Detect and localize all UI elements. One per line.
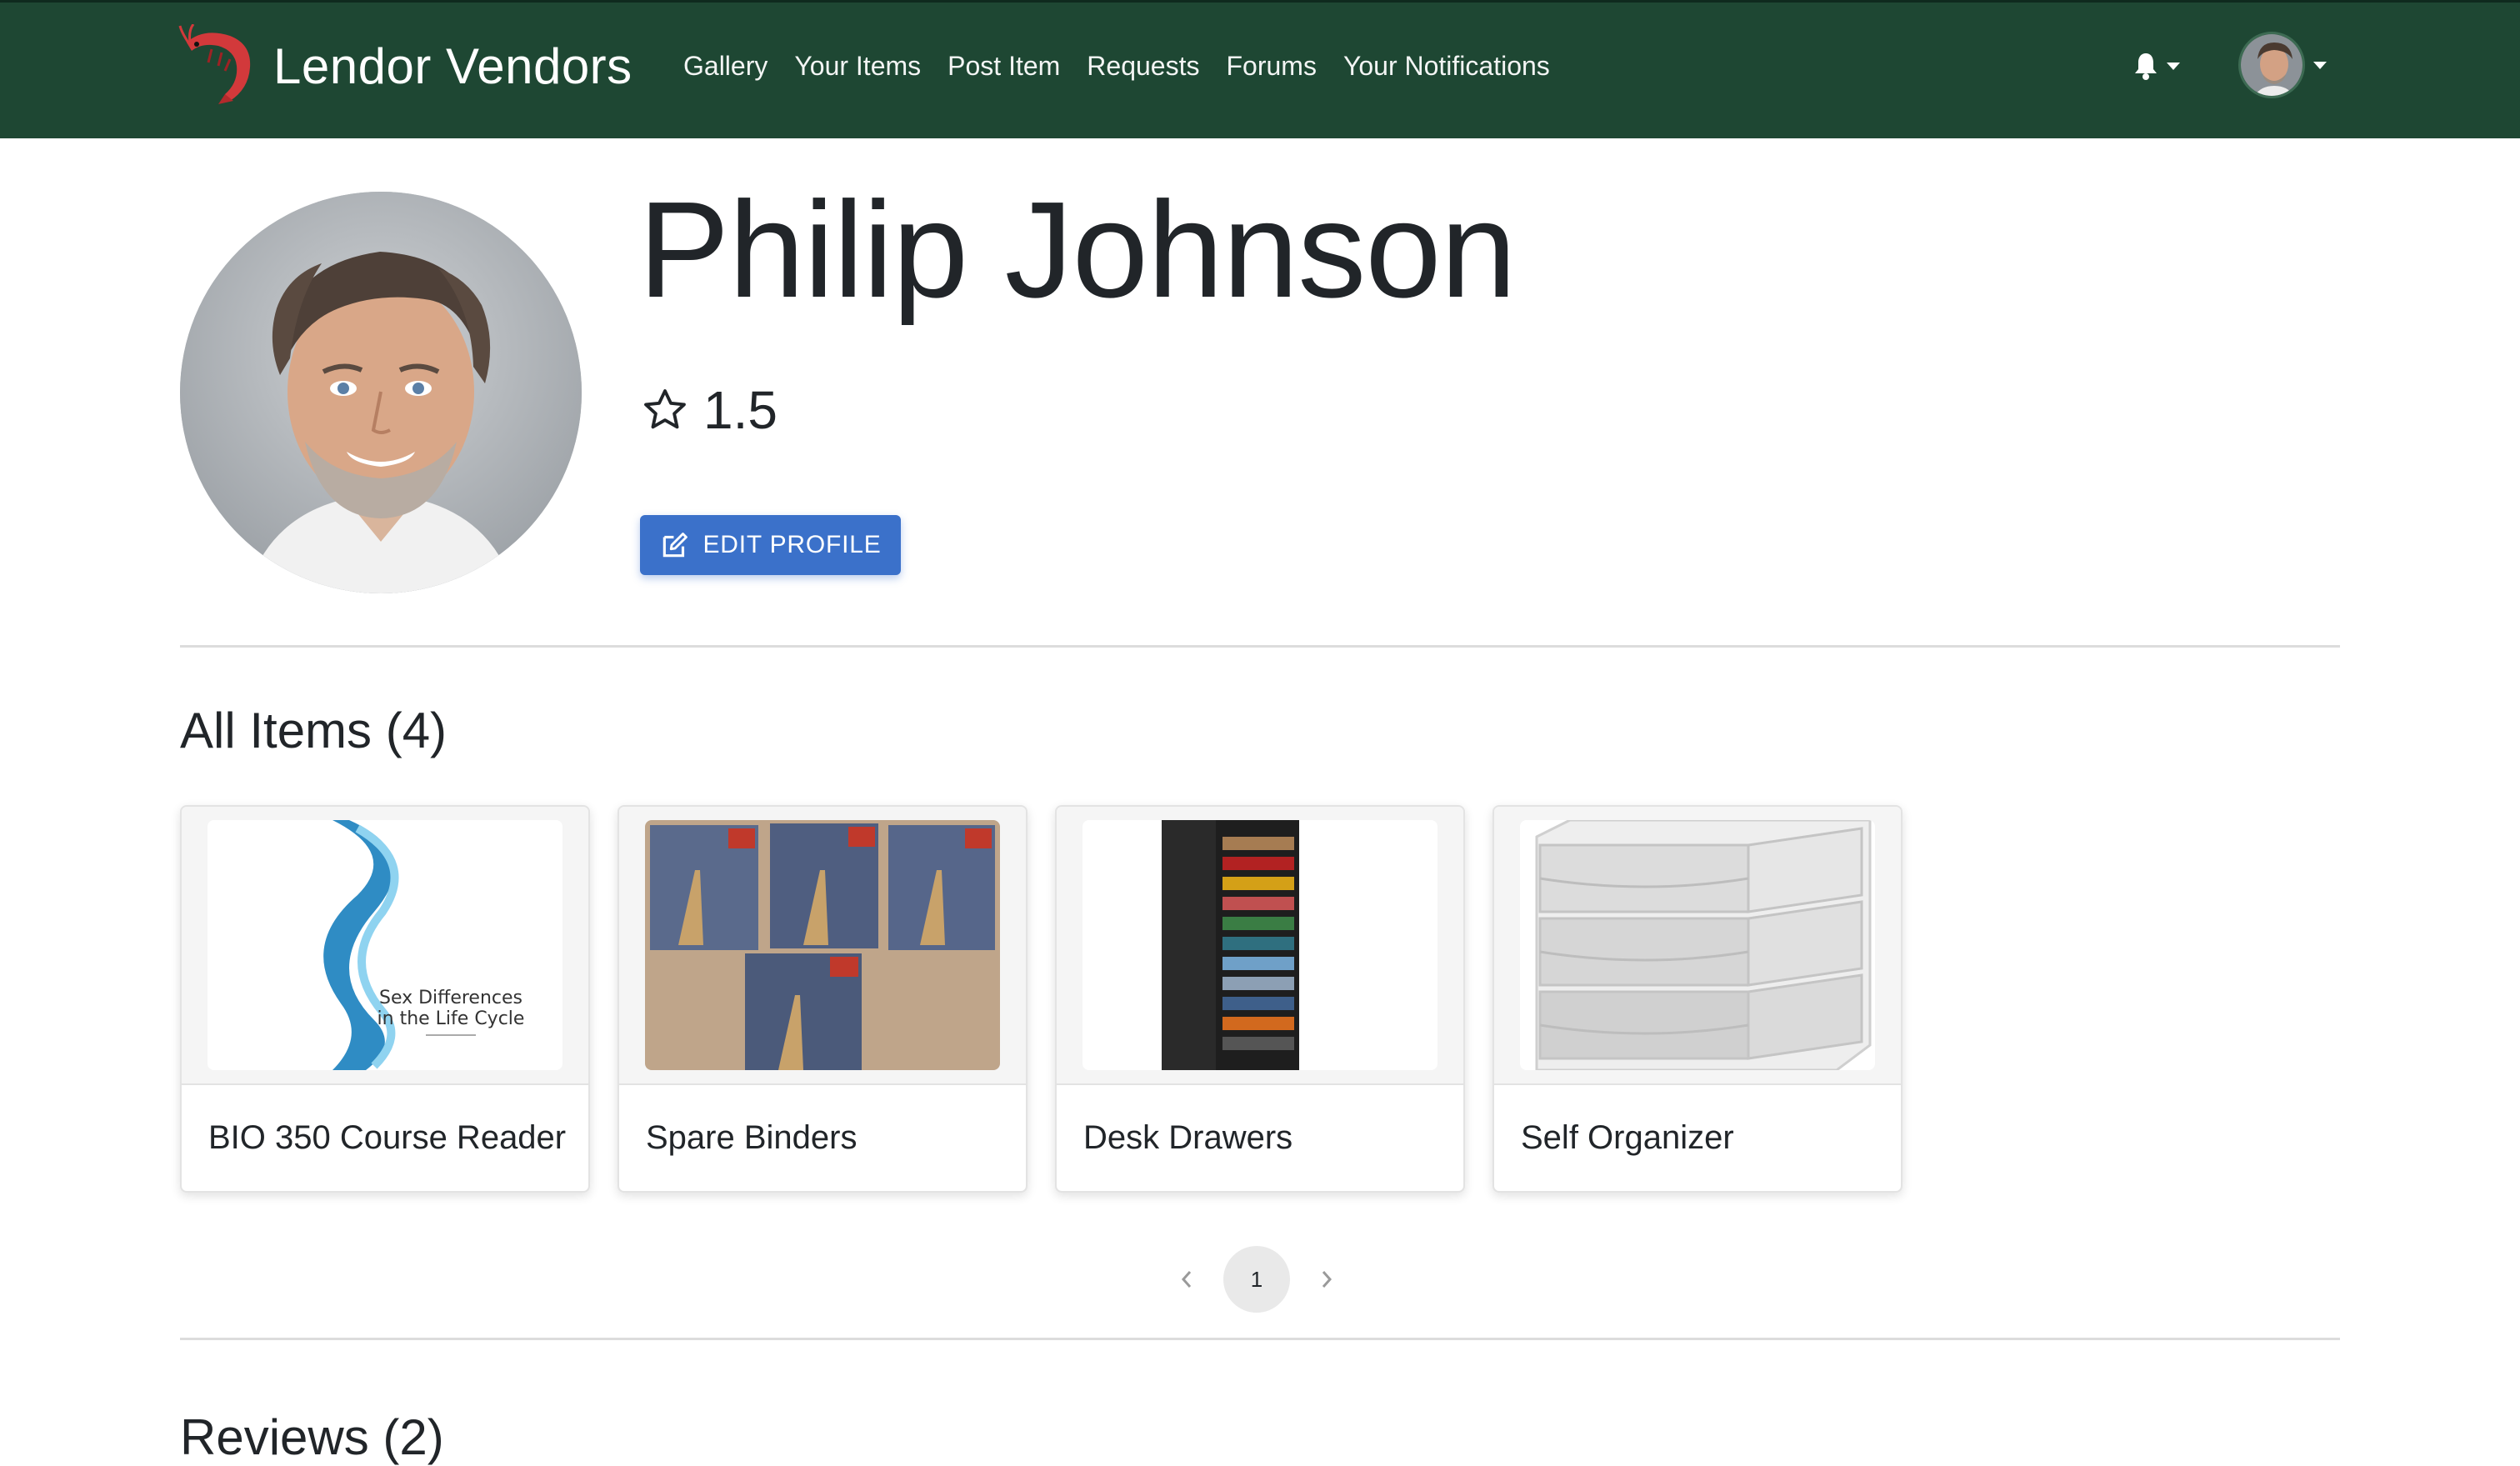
avatar xyxy=(2238,32,2305,98)
item-image: Sex Differences in the Life Cycle xyxy=(208,820,562,1070)
edit-profile-button[interactable]: EDIT PROFILE xyxy=(640,515,901,575)
next-page-button[interactable] xyxy=(1303,1246,1350,1313)
top-navbar: Lendor Vendors Gallery Your Items Post I… xyxy=(0,0,2520,138)
prev-page-button[interactable] xyxy=(1163,1246,1210,1313)
shrimp-icon xyxy=(178,24,251,104)
star-icon xyxy=(644,389,686,429)
nav-requests[interactable]: Requests xyxy=(1087,51,1199,82)
page-number-current[interactable]: 1 xyxy=(1223,1246,1290,1313)
chevron-right-icon xyxy=(1322,1271,1332,1288)
chevron-down-icon xyxy=(2167,62,2180,70)
pagination: 1 xyxy=(1163,1246,1350,1313)
user-menu-dropdown[interactable] xyxy=(2238,31,2327,99)
profile-name: Philip Johnson xyxy=(638,173,1517,326)
user-rating: 1.5 xyxy=(640,377,778,443)
section-divider xyxy=(180,645,2340,648)
reviews-title: Reviews (2) xyxy=(180,1409,444,1465)
all-items-title: All Items (4) xyxy=(180,703,448,758)
section-divider xyxy=(180,1338,2340,1340)
item-card[interactable]: Self Organizer xyxy=(1492,805,1902,1193)
notifications-dropdown[interactable] xyxy=(2133,49,2192,83)
chevron-down-icon xyxy=(2313,61,2327,69)
chevron-left-icon xyxy=(1181,1271,1192,1288)
edit-profile-label: EDIT PROFILE xyxy=(702,531,882,558)
nav-post-item[interactable]: Post Item xyxy=(948,51,1060,82)
bell-icon xyxy=(2135,53,2157,80)
item-image-container xyxy=(1057,807,1463,1085)
item-title: BIO 350 Course Reader xyxy=(208,1119,567,1156)
brand-name: Lendor Vendors xyxy=(273,38,632,94)
item-title: Self Organizer xyxy=(1521,1119,1734,1156)
item-image xyxy=(1082,820,1438,1070)
item-card[interactable]: Sex Differences in the Life Cycle BIO 35… xyxy=(180,805,590,1193)
nav-forums[interactable]: Forums xyxy=(1226,51,1316,82)
nav-links: Gallery Your Items Post Item Requests Fo… xyxy=(683,46,1577,86)
item-image-container xyxy=(1494,807,1901,1085)
item-card[interactable]: Desk Drawers xyxy=(1055,805,1465,1193)
nav-gallery[interactable]: Gallery xyxy=(683,51,768,82)
profile-photo xyxy=(180,192,582,593)
item-title: Desk Drawers xyxy=(1083,1119,1293,1156)
item-title: Spare Binders xyxy=(646,1119,858,1156)
book-cover-line-1: Sex Differences xyxy=(379,988,522,1008)
edit-icon xyxy=(663,533,688,558)
nav-your-items[interactable]: Your Items xyxy=(794,51,921,82)
item-card[interactable]: Spare Binders xyxy=(618,805,1028,1193)
rating-value: 1.5 xyxy=(703,380,778,440)
nav-your-notifications[interactable]: Your Notifications xyxy=(1343,51,1550,82)
item-image xyxy=(1520,820,1875,1070)
book-cover-line-2: in the Life Cycle xyxy=(378,1008,525,1029)
brand-link[interactable]: Lendor Vendors xyxy=(178,24,632,108)
item-image-container xyxy=(619,807,1026,1085)
items-grid: Sex Differences in the Life Cycle BIO 35… xyxy=(180,805,1930,1193)
item-image xyxy=(645,820,1000,1070)
item-image-container: Sex Differences in the Life Cycle xyxy=(182,807,588,1085)
